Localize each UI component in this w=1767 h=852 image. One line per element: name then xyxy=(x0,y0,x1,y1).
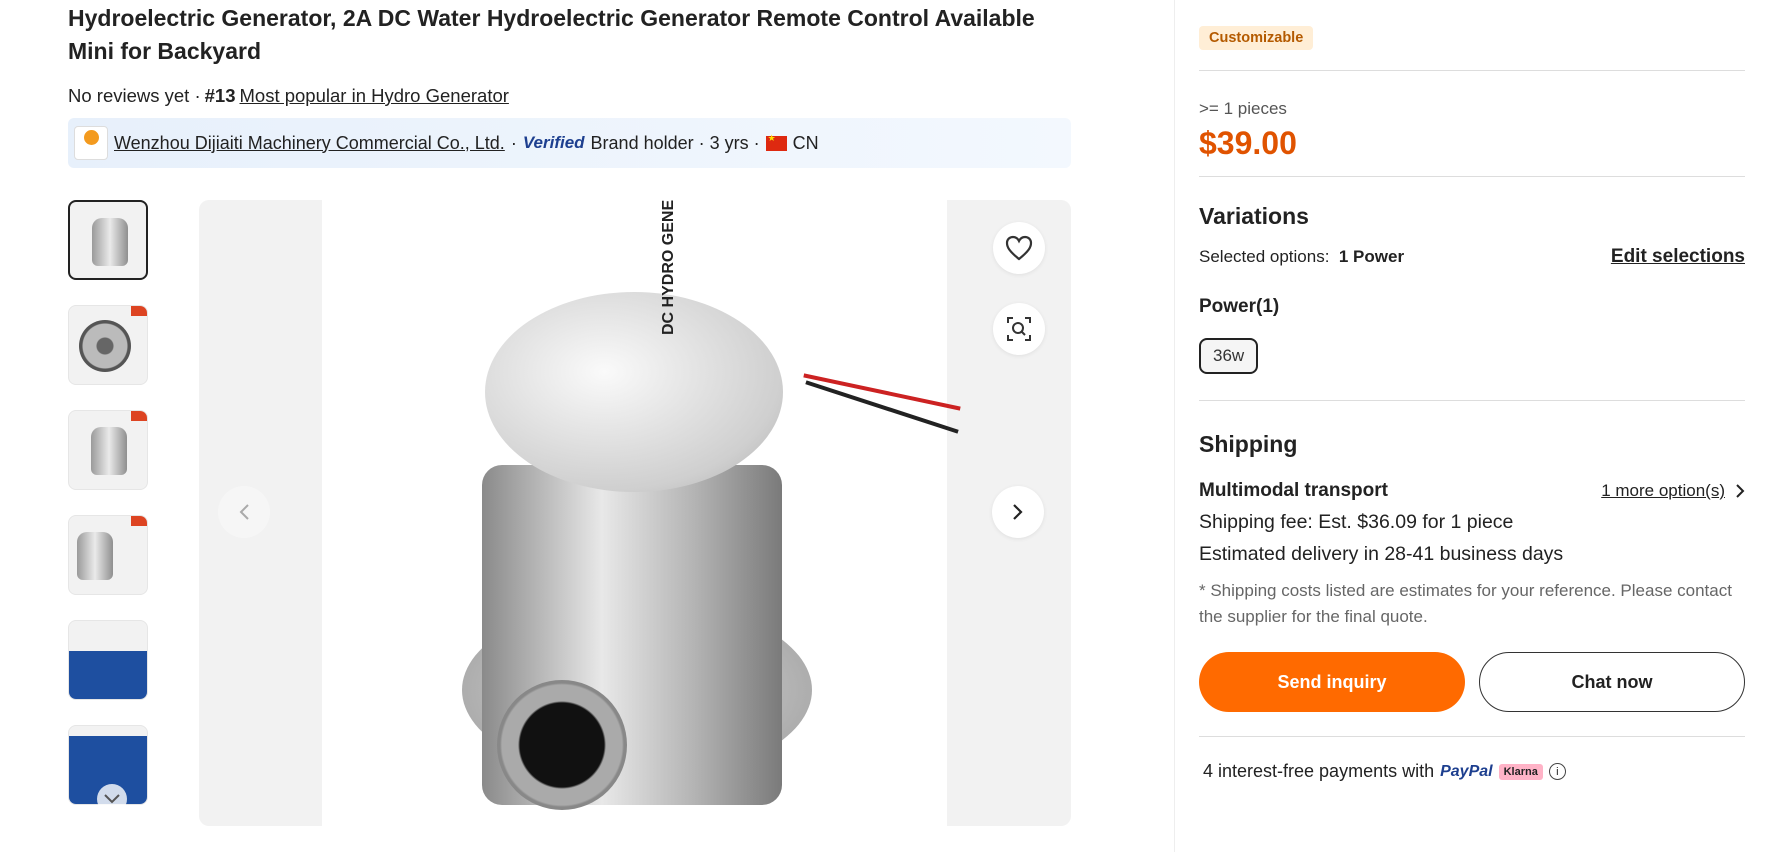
supplier-country: CN xyxy=(792,132,819,153)
supplier-name-link[interactable]: Wenzhou Dijiaiti Machinery Commercial Co… xyxy=(114,133,505,154)
customizable-badge: Customizable xyxy=(1199,26,1314,50)
supplier-sep: · xyxy=(510,132,517,153)
supplier-bar: DGIT Wenzhou Dijiaiti Machinery Commerci… xyxy=(68,118,1071,168)
chevron-right-icon[interactable] xyxy=(1735,483,1745,499)
power-title: Power(1) xyxy=(1199,296,1280,317)
more-options-link[interactable]: 1 more option(s) xyxy=(1601,481,1725,501)
quantity-tier: >= 1 pieces xyxy=(1199,99,1287,118)
rank-category-link[interactable]: Most popular in Hydro Generator xyxy=(240,85,509,107)
supplier-details: Brand holder · 3 yrs · xyxy=(590,132,760,153)
send-inquiry-button[interactable]: Send inquiry xyxy=(1199,652,1465,712)
action-buttons: Send inquiry Chat now xyxy=(1199,652,1745,712)
purchase-panel: Customizable >= 1 pieces $39.00 Variatio… xyxy=(1174,0,1767,852)
shipping-note: * Shipping costs listed are estimates fo… xyxy=(1199,581,1732,626)
selected-value: 1 Power xyxy=(1338,247,1405,266)
product-header: Hydroelectric Generator, 2A DC Water Hyd… xyxy=(68,0,1071,168)
thumbnail-list xyxy=(68,200,148,830)
thumbnail-4[interactable] xyxy=(68,515,148,595)
china-flag-icon xyxy=(765,133,787,151)
paypal-logo: PayPal xyxy=(1440,762,1493,780)
reviews-text: No reviews yet · xyxy=(68,85,201,106)
estimated-delivery: Estimated delivery in 28-41 business day… xyxy=(1199,543,1564,565)
chat-now-button[interactable]: Chat now xyxy=(1479,652,1745,712)
chevron-left-icon[interactable] xyxy=(218,486,270,538)
selected-label: Selected options: xyxy=(1199,247,1330,266)
product-title: Hydroelectric Generator, 2A DC Water Hyd… xyxy=(68,5,1035,64)
shipping-title: Shipping xyxy=(1199,431,1298,457)
chevron-down-icon[interactable] xyxy=(97,784,127,814)
product-photo[interactable]: DC HYDRO GENERATOR xyxy=(322,200,961,826)
payment-row: 4 interest-free payments with PayPal Kla… xyxy=(1199,761,1745,782)
more-options[interactable]: 1 more option(s) xyxy=(1601,481,1745,501)
selected-options-row: Selected options: 1 Power Edit selection… xyxy=(1199,246,1745,268)
info-icon[interactable]: i xyxy=(1548,763,1566,780)
edit-selections-link[interactable]: Edit selections xyxy=(1611,246,1745,268)
shipping-method-row: Multimodal transport 1 more option(s) xyxy=(1199,480,1745,502)
product-gallery: DC HYDRO GENERATOR xyxy=(199,200,1071,826)
thumbnail-5[interactable] xyxy=(68,620,148,700)
divider xyxy=(1199,176,1745,177)
verified-badge[interactable]: Verified xyxy=(523,133,585,153)
rank-badge: #13 xyxy=(204,85,236,106)
thumbnail-2[interactable] xyxy=(68,305,148,385)
thumbnail-1[interactable] xyxy=(68,200,148,280)
divider xyxy=(1199,400,1745,401)
supplier-logo[interactable]: DGIT xyxy=(74,126,108,160)
image-search-icon[interactable] xyxy=(993,303,1045,355)
shipping-method: Multimodal transport xyxy=(1199,480,1388,501)
divider xyxy=(1199,736,1745,737)
payments-text: 4 interest-free payments with xyxy=(1203,761,1435,781)
thumbnail-3[interactable] xyxy=(68,410,148,490)
chevron-right-icon[interactable] xyxy=(992,486,1044,538)
price: $39.00 xyxy=(1199,125,1297,161)
divider xyxy=(1199,70,1745,71)
photo-label: DC HYDRO GENERATOR xyxy=(660,200,677,335)
klarna-logo: Klarna xyxy=(1498,763,1543,780)
shipping-fee: Shipping fee: Est. $36.09 for 1 piece xyxy=(1199,511,1514,533)
variations-title: Variations xyxy=(1199,203,1309,229)
product-meta: No reviews yet · #13 Most popular in Hyd… xyxy=(68,85,1071,107)
heart-icon[interactable] xyxy=(993,222,1045,274)
power-option-36w[interactable]: 36w xyxy=(1199,338,1259,374)
